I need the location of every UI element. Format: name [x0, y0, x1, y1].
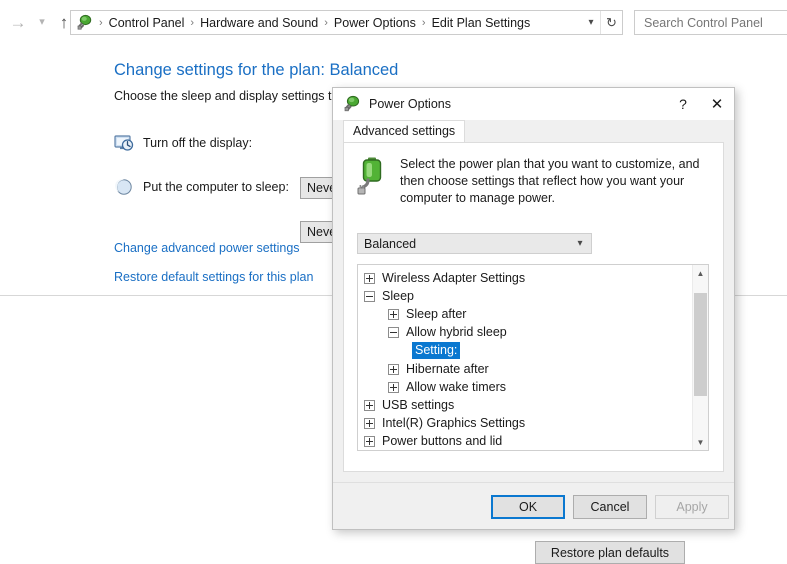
tree-scrollbar[interactable]: ▲ ▼	[692, 265, 708, 450]
tree-row[interactable]: Sleep after	[358, 305, 693, 323]
expand-plus-icon[interactable]	[364, 272, 375, 284]
chevron-down-icon: ▾	[577, 238, 583, 249]
expand-plus-icon[interactable]	[388, 308, 399, 320]
tree-row[interactable]: Sleep	[358, 287, 693, 305]
page-title: Change settings for the plan: Balanced	[114, 61, 399, 79]
scrollbar-thumb[interactable]	[694, 293, 707, 396]
recent-locations-button[interactable]: ▾	[30, 10, 54, 34]
tree-label-sleep: Sleep	[382, 289, 414, 303]
expand-plus-icon[interactable]	[364, 417, 375, 429]
tree-label-usb-settings: USB settings	[382, 398, 455, 412]
close-icon[interactable]: ✕	[700, 88, 734, 120]
tree-setting-row-allow-hybrid-sleep: Setting:	[358, 341, 693, 360]
breadcrumb-edit-plan-settings[interactable]: Edit Plan Settings	[430, 16, 533, 30]
expand-plus-icon[interactable]	[388, 381, 399, 393]
tree-label-intel-graphics-settings: Intel(R) Graphics Settings	[382, 416, 526, 430]
explorer-toolbar: → ▾ ↑ › Control Panel › Hardware and Sou…	[0, 0, 787, 45]
chevron-down-icon[interactable]: ▾	[582, 17, 600, 28]
breadcrumb-separator: ›	[190, 16, 195, 29]
tree-row[interactable]: Power buttons and lid	[358, 432, 693, 450]
tab-advanced-settings[interactable]: Advanced settings	[343, 120, 466, 143]
link-change-advanced-power-settings[interactable]: Change advanced power settings	[114, 241, 300, 255]
tree-label-hibernate-after: Hibernate after	[406, 362, 489, 376]
help-button[interactable]: ?	[666, 88, 700, 120]
dialog-titlebar[interactable]: Power Options ? ✕	[333, 88, 734, 120]
expand-plus-icon[interactable]	[364, 399, 375, 411]
setting-row-put-computer-to-sleep: Put the computer to sleep:	[114, 175, 289, 199]
breadcrumb-separator: ›	[421, 16, 426, 29]
plan-select[interactable]: Balanced ▾	[357, 233, 592, 254]
collapse-minus-icon[interactable]	[388, 326, 399, 338]
breadcrumb-separator: ›	[99, 16, 103, 29]
tree-label-allow-wake-timers: Allow wake timers	[406, 380, 507, 394]
tree-label-sleep-after: Sleep after	[406, 307, 467, 321]
link-restore-default-settings[interactable]: Restore default settings for this plan	[114, 270, 313, 284]
address-bar[interactable]: › Control Panel › Hardware and Sound › P…	[70, 10, 623, 35]
tree-label-wireless-adapter-settings: Wireless Adapter Settings	[382, 271, 526, 285]
chevron-down-icon: ▾	[39, 15, 45, 28]
restore-plan-defaults-button[interactable]: Restore plan defaults	[535, 541, 685, 564]
dialog-tabstrip: Advanced settings	[333, 120, 734, 143]
chevron-up-icon[interactable]: ▲	[693, 265, 708, 281]
tree-label-allow-hybrid-sleep: Allow hybrid sleep	[406, 325, 507, 339]
power-plug-battery-icon	[343, 95, 361, 113]
arrow-up-icon: ↑	[59, 12, 69, 32]
monitor-clock-icon	[114, 133, 134, 153]
tree-row[interactable]: Wireless Adapter Settings	[358, 269, 693, 287]
tree-row[interactable]: PCI Express	[358, 450, 693, 451]
refresh-icon[interactable]: ↻	[600, 11, 622, 34]
tree-items: Wireless Adapter Settings Sleep Sleep af…	[358, 265, 693, 451]
advanced-settings-panel: Select the power plan that you want to c…	[343, 142, 724, 472]
power-plug-battery-icon	[73, 12, 95, 34]
breadcrumb-power-options[interactable]: Power Options	[332, 16, 418, 30]
tree-label-power-buttons-and-lid: Power buttons and lid	[382, 434, 503, 448]
dialog-title: Power Options	[369, 97, 451, 111]
tree-row[interactable]: Intel(R) Graphics Settings	[358, 414, 693, 432]
search-input[interactable]: Search Control Panel	[634, 10, 787, 35]
tree-row[interactable]: Allow hybrid sleep	[358, 323, 693, 341]
setting-row-turn-off-display: Turn off the display:	[114, 131, 252, 155]
setting-label-turn-off-display: Turn off the display:	[143, 136, 253, 150]
forward-button[interactable]: →	[6, 10, 30, 34]
moon-sleep-icon	[114, 177, 134, 197]
expand-plus-icon[interactable]	[364, 435, 375, 447]
tree-row[interactable]: Hibernate after	[358, 360, 693, 378]
ok-button[interactable]: OK	[491, 495, 565, 519]
dialog-description-text: Select the power plan that you want to c…	[400, 157, 700, 205]
power-options-dialog: Power Options ? ✕ Advanced settings Sele…	[332, 87, 735, 564]
setting-label-selected: Setting:	[412, 342, 461, 359]
breadcrumb-control-panel[interactable]: Control Panel	[107, 16, 187, 30]
setting-label-put-computer-to-sleep: Put the computer to sleep:	[143, 180, 289, 194]
dialog-description: Select the power plan that you want to c…	[356, 156, 708, 207]
arrow-right-icon: →	[9, 12, 27, 32]
battery-plug-icon	[356, 156, 390, 196]
chevron-down-icon[interactable]: ▼	[693, 434, 708, 450]
tree-row[interactable]: Allow wake timers	[358, 378, 693, 396]
advanced-settings-tree[interactable]: Wireless Adapter Settings Sleep Sleep af…	[357, 264, 709, 451]
plan-select-value: Balanced	[364, 236, 417, 251]
breadcrumb-hardware-and-sound[interactable]: Hardware and Sound	[198, 16, 320, 30]
breadcrumb-separator: ›	[324, 16, 328, 29]
search-placeholder: Search Control Panel	[644, 15, 763, 30]
expand-plus-icon[interactable]	[388, 363, 399, 375]
collapse-minus-icon[interactable]	[364, 290, 375, 302]
tree-row[interactable]: USB settings	[358, 396, 693, 414]
dialog-footer: OK Cancel Apply	[333, 482, 734, 529]
apply-button: Apply	[655, 495, 729, 519]
cancel-button[interactable]: Cancel	[573, 495, 647, 519]
